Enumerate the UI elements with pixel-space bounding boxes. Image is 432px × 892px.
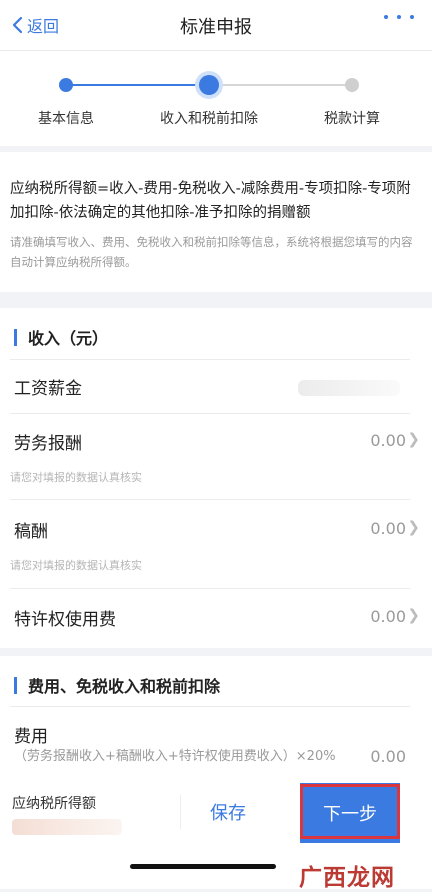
formula-card: 应纳税所得额=收入-费用-免税收入-减除费用-专项扣除-专项附加扣除-依法确定的… (0, 152, 432, 292)
deductions-section-header: 费用、免税收入和税前扣除 (14, 673, 220, 697)
chevron-right-icon: ❯ (407, 518, 420, 536)
deductions-section: 费用、免税收入和税前扣除 费用 （劳务报酬收入+稿酬收入+特许权使用费收入）×2… (0, 656, 432, 783)
expense-label: 费用 (14, 727, 48, 747)
chevron-right-icon: ❯ (407, 606, 420, 624)
section-marker (14, 328, 17, 346)
divider (10, 413, 410, 414)
more-options-icon[interactable] (384, 15, 414, 19)
chevron-right-icon: ❯ (407, 430, 420, 448)
step-line-pending (209, 84, 352, 86)
royalty-label: 稿酬 (14, 522, 48, 542)
step-dot-current (199, 75, 219, 95)
royalty-value: 0.00 (370, 519, 406, 538)
labor-value: 0.00 (370, 431, 406, 450)
income-section: 收入（元） 工资薪金 劳务报酬 0.00 ❯ 请您对填报的数据认真核实 稿酬 0… (0, 308, 432, 648)
divider (10, 706, 410, 707)
expense-formula: （劳务报酬收入+稿酬收入+特许权使用费收入）×20% (14, 749, 336, 764)
salary-value-blurred (298, 380, 400, 396)
progress-steps: 基本信息 收入和税前扣除 税款计算 (0, 51, 432, 146)
labor-hint: 请您对填报的数据认真核实 (10, 471, 142, 484)
formula-note: 请准确填写收入、费用、免税收入和税前扣除等信息，系统将根据您填写的内容自动计算应… (10, 235, 413, 269)
salary-label: 工资薪金 (14, 379, 82, 399)
taxable-income-label: 应纳税所得额 (12, 796, 96, 812)
divider (10, 499, 410, 500)
step-label-basic: 基本信息 (38, 111, 94, 127)
watermark: 广西龙网 (299, 865, 395, 891)
income-section-header: 收入（元） (14, 325, 108, 349)
taxable-income-value-blurred (12, 819, 122, 835)
divider (180, 795, 181, 829)
expense-value: 0.00 (370, 747, 406, 766)
step-label-income: 收入和税前扣除 (160, 111, 258, 127)
home-indicator[interactable] (130, 864, 276, 869)
nav-header: 返回 标准申报 (0, 0, 432, 51)
step-line-done (66, 84, 209, 86)
labor-label: 劳务报酬 (14, 434, 82, 454)
royalty-hint: 请您对填报的数据认真核实 (10, 559, 142, 572)
step-label-tax: 税款计算 (324, 111, 380, 127)
divider (10, 588, 410, 589)
franchise-label: 特许权使用费 (14, 610, 116, 630)
next-step-button[interactable]: 下一步 (300, 783, 400, 843)
page-title: 标准申报 (180, 17, 252, 38)
formula-text: 应纳税所得额=收入-费用-免税收入-减除费用-专项扣除-专项附加扣除-依法确定的… (10, 181, 411, 221)
income-section-title: 收入（元） (28, 329, 109, 348)
bottom-action-bar: 应纳税所得额 保存 下一步 广西龙网 (0, 783, 432, 891)
section-marker (14, 676, 17, 694)
divider (10, 359, 410, 360)
deductions-section-title: 费用、免税收入和税前扣除 (28, 677, 221, 696)
franchise-value: 0.00 (370, 607, 406, 626)
save-button[interactable]: 保存 (188, 799, 268, 825)
step-dot-basic (59, 78, 73, 92)
step-dot-pending (345, 78, 359, 92)
